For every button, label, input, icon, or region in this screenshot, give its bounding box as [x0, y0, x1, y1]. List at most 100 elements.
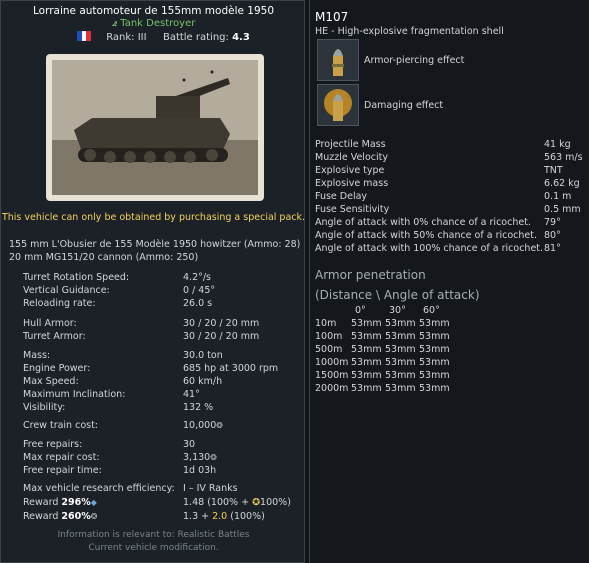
- reward-rp-bonus: 100%): [260, 497, 291, 508]
- rank-label: Rank: III: [106, 32, 147, 43]
- weapon-primary: 155 mm L'Obusier de 155 Modèle 1950 howi…: [9, 239, 301, 250]
- stat-label: Max Speed:: [23, 376, 79, 387]
- tank-destroyer-icon: ⦨: [111, 18, 118, 29]
- battle-rating-label: Battle rating:: [162, 32, 229, 43]
- distance-cell: 2000m: [315, 383, 349, 394]
- purchase-notice: This vehicle can only be obtained by pur…: [1, 212, 306, 223]
- prop-value: 6.62 kg: [544, 178, 580, 189]
- armor-piercing-shell-icon: [317, 39, 359, 81]
- silver-lion-icon: ❂: [210, 453, 217, 462]
- pen-cell: 53mm: [419, 318, 450, 329]
- vehicle-photo: [52, 60, 258, 195]
- vehicle-class-label: Tank Destroyer: [120, 18, 196, 29]
- stat-value: 30: [183, 439, 196, 450]
- prop-label: Fuse Delay: [315, 191, 368, 202]
- crew-cost-amount: 10,000: [183, 420, 217, 431]
- weapon-secondary: 20 mm MG151/20 cannon (Ammo: 250): [9, 252, 199, 263]
- stat-label: Crew train cost:: [23, 420, 99, 431]
- stat-label: Visibility:: [23, 402, 66, 413]
- pen-cell: 53mm: [351, 370, 382, 381]
- rank-line: Rank: III Battle rating: 4.3: [77, 31, 250, 43]
- stat-value: I – IV Ranks: [183, 483, 238, 494]
- stat-value: 1.48 (100% + ✪100%): [183, 497, 291, 508]
- pen-cell: 53mm: [385, 331, 416, 342]
- repair-cost-amount: 3,130: [183, 452, 211, 463]
- france-flag-icon: [77, 31, 91, 41]
- pen-cell: 53mm: [385, 370, 416, 381]
- effect-damaging: Damaging effect: [364, 100, 444, 111]
- vehicle-card: Lorraine automoteur de 155mm modèle 1950…: [0, 0, 305, 563]
- prop-value: TNT: [544, 165, 563, 176]
- pen-cell: 53mm: [385, 383, 416, 394]
- stat-value: 4.2°/s: [183, 272, 212, 283]
- effect-armor-piercing: Armor-piercing effect: [364, 55, 465, 66]
- pen-cell: 53mm: [351, 318, 382, 329]
- stat-label: Max vehicle research efficiency:: [23, 483, 175, 494]
- stat-value: 685 hp at 3000 rpm: [183, 363, 279, 374]
- stat-value: 1.3 + 2.0 (100%): [183, 511, 265, 522]
- reward-rp-mult: 1.48: [183, 497, 205, 508]
- stat-label: Mass:: [23, 350, 51, 361]
- stat-value: 30 / 20 / 20 mm: [183, 318, 260, 329]
- vehicle-class: ⦨ Tank Destroyer: [1, 18, 306, 29]
- pen-cell: 53mm: [419, 370, 450, 381]
- pen-cell: 53mm: [419, 383, 450, 394]
- pen-cell: 53mm: [385, 318, 416, 329]
- stat-label: Vertical Guidance:: [23, 285, 110, 296]
- stat-value: 132 %: [183, 402, 214, 413]
- reward-sl-premium: 2.0: [212, 511, 228, 522]
- prop-label: Explosive type: [315, 165, 385, 176]
- prop-value: 0.1 m: [544, 191, 572, 202]
- stat-label: Reward 296%◆: [23, 497, 97, 508]
- silver-lion-icon: ❂: [216, 421, 223, 430]
- stat-label: Turret Armor:: [23, 331, 86, 342]
- angle-header: 0°: [355, 305, 366, 316]
- research-point-icon: ◆: [90, 498, 97, 507]
- stat-value: 30.0 ton: [183, 350, 223, 361]
- vehicle-photo-frame: [46, 54, 264, 201]
- stat-label: Reward 260%❂: [23, 511, 97, 522]
- penetration-subtitle: (Distance \ Angle of attack): [315, 288, 480, 302]
- prop-label: Projectile Mass: [315, 139, 386, 150]
- reward-rp-percent: 296%: [61, 497, 91, 508]
- reward-sl-percent: 260%: [61, 511, 91, 522]
- stat-label: Reloading rate:: [23, 298, 96, 309]
- prop-label: Angle of attack with 0% chance of a rico…: [315, 217, 531, 228]
- stat-value: 10,000❂: [183, 420, 223, 431]
- pen-cell: 53mm: [419, 357, 450, 368]
- prop-label: Angle of attack with 50% chance of a ric…: [315, 230, 537, 241]
- pen-cell: 53mm: [351, 383, 382, 394]
- pen-cell: 53mm: [419, 331, 450, 342]
- stat-label: Engine Power:: [23, 363, 91, 374]
- battle-rating-value: 4.3: [232, 32, 250, 43]
- vehicle-title: Lorraine automoteur de 155mm modèle 1950: [32, 5, 275, 17]
- pen-cell: 53mm: [419, 344, 450, 355]
- distance-cell: 10m: [315, 318, 337, 329]
- shell-description: HE - High-explosive fragmentation shell: [315, 26, 504, 37]
- stat-value: 41°: [183, 389, 200, 400]
- distance-cell: 100m: [315, 331, 343, 342]
- footer-modification: Current vehicle modification.: [88, 543, 219, 553]
- pen-cell: 53mm: [351, 344, 382, 355]
- reward-rp-base: (100% +: [207, 497, 253, 508]
- pen-cell: 53mm: [351, 357, 382, 368]
- pen-cell: 53mm: [351, 331, 382, 342]
- prop-value: 79°: [544, 217, 561, 228]
- prop-label: Angle of attack with 100% chance of a ri…: [315, 243, 544, 254]
- stat-value: 60 km/h: [183, 376, 223, 387]
- pen-cell: 53mm: [385, 344, 416, 355]
- stat-value: 26.0 s: [183, 298, 213, 309]
- stat-value: 1d 03h: [183, 465, 217, 476]
- reward-prefix: Reward: [23, 497, 62, 508]
- silver-lion-icon: ❂: [90, 512, 98, 521]
- stat-value: 30 / 20 / 20 mm: [183, 331, 260, 342]
- prop-value: 563 m/s: [544, 152, 583, 163]
- prop-value: 0.5 mm: [544, 204, 581, 215]
- stat-label: Hull Armor:: [23, 318, 77, 329]
- prop-value: 81°: [544, 243, 561, 254]
- damage-shell-icon: [317, 84, 359, 126]
- stat-label: Free repair time:: [23, 465, 102, 476]
- prop-label: Explosive mass: [315, 178, 389, 189]
- pen-cell: 53mm: [385, 357, 416, 368]
- reward-prefix: Reward: [23, 511, 62, 522]
